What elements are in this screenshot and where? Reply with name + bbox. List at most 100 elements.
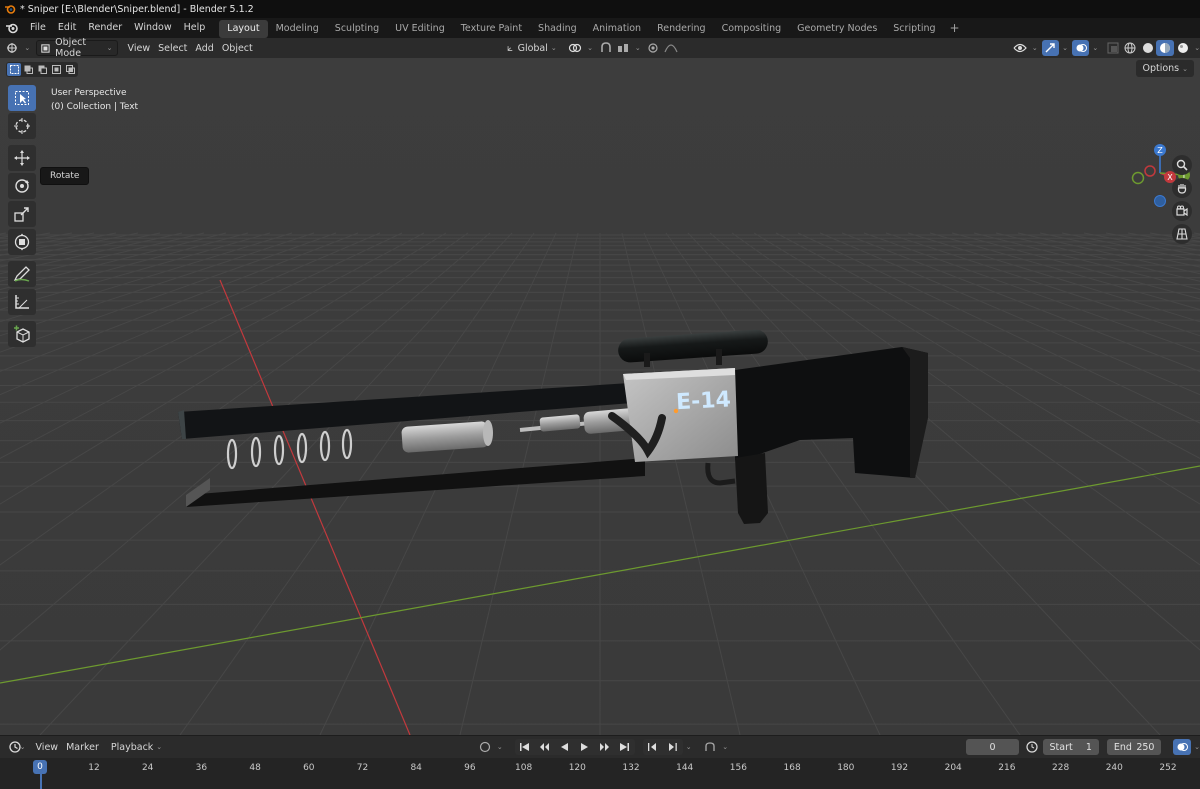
jump-end-icon[interactable] (615, 739, 635, 755)
menu-object[interactable]: Object (218, 40, 257, 56)
perspective-label: User Perspective (51, 88, 127, 98)
tab-modeling[interactable]: Modeling (268, 20, 327, 38)
tab-layout[interactable]: Layout (219, 19, 268, 38)
tab-texture-paint[interactable]: Texture Paint (453, 20, 530, 38)
pivot-point-icon[interactable] (567, 40, 584, 56)
timeline-header: ⌄ View Marker Playback ⌄ ⌄ ⌄ ⌄ 0 Start 1… (0, 736, 1200, 758)
timeline-tick-label: 180 (837, 763, 855, 773)
play-icon[interactable] (575, 739, 595, 755)
blender-logo-icon (5, 5, 16, 14)
tab-geometry-nodes[interactable]: Geometry Nodes (789, 20, 885, 38)
gizmo-toggle-icon[interactable] (1041, 40, 1060, 56)
start-frame-field[interactable]: Start 1 (1042, 739, 1099, 755)
workspace-tabs: Layout Modeling Sculpting UV Editing Tex… (219, 19, 943, 38)
timeline-ruler[interactable]: 12 24 36 48 60 72 84 96 108 120 132 144 156 168 180 192… (0, 758, 1200, 789)
prev-marker-icon[interactable] (643, 739, 663, 755)
next-marker-icon[interactable] (663, 739, 683, 755)
auto-keying-icon[interactable] (476, 739, 494, 755)
proportional-editing-icon[interactable] (645, 40, 662, 56)
menu-view[interactable]: View (124, 40, 155, 56)
add-cube-tool[interactable] (8, 321, 36, 347)
selection-mode-group (6, 62, 78, 77)
editor-type-icon[interactable] (4, 40, 21, 56)
solid-shading-icon[interactable] (1139, 40, 1156, 56)
chevron-down-icon: ⌄ (1062, 44, 1068, 52)
menu-render[interactable]: Render (82, 18, 128, 38)
mode-selector[interactable]: Object Mode ⌄ (36, 37, 118, 59)
ortho-toggle-button[interactable] (1172, 224, 1192, 244)
visibility-icon[interactable] (1011, 40, 1028, 56)
cursor-tool[interactable] (8, 113, 36, 139)
select-subtract-icon[interactable] (35, 63, 49, 76)
menu-edit[interactable]: Edit (52, 18, 82, 38)
orientation-label: Global (517, 42, 548, 54)
move-tool[interactable] (8, 145, 36, 171)
jump-start-icon[interactable] (515, 739, 535, 755)
snap-icon[interactable] (597, 40, 614, 56)
rotate-tooltip: Rotate (40, 167, 90, 185)
tab-animation[interactable]: Animation (585, 20, 649, 38)
clock-icon[interactable] (1023, 739, 1041, 755)
xray-icon[interactable] (1104, 40, 1121, 56)
playback-label: Playback (110, 741, 154, 753)
timeline-menu-marker[interactable]: Marker (62, 739, 103, 755)
timeline-tick-label: 48 (249, 763, 261, 773)
blender-menu-icon[interactable] (4, 20, 20, 36)
select-extend-icon[interactable] (21, 63, 35, 76)
orientation-selector[interactable]: Global ⌄ (503, 40, 561, 56)
zoom-icon (1176, 159, 1188, 171)
timeline-tick-label: 132 (622, 763, 640, 773)
svg-text:X: X (1167, 173, 1173, 182)
viewport-header: ⌄ Object Mode ⌄ View Select Add Object G… (0, 37, 1200, 59)
options-button[interactable]: Options ⌄ (1136, 60, 1194, 77)
tab-compositing[interactable]: Compositing (714, 20, 790, 38)
annotate-tool[interactable] (8, 261, 36, 287)
add-workspace-button[interactable]: + (944, 21, 966, 35)
overlays-icon[interactable] (1072, 40, 1090, 56)
tab-scripting[interactable]: Scripting (885, 20, 943, 38)
pan-button[interactable] (1172, 178, 1192, 198)
falloff-icon[interactable] (662, 40, 679, 56)
menu-file[interactable]: File (24, 18, 52, 38)
tab-rendering[interactable]: Rendering (649, 20, 714, 38)
mode-label: Object Mode (55, 37, 87, 59)
snap-target-icon[interactable] (614, 40, 631, 56)
select-intersect-icon[interactable] (63, 63, 77, 76)
transform-tool[interactable] (8, 229, 36, 255)
measure-tool[interactable] (8, 289, 36, 315)
chevron-down-icon: ⌄ (550, 44, 557, 52)
select-new-icon[interactable] (7, 63, 21, 76)
menu-select[interactable]: Select (154, 40, 191, 56)
select-box-tool[interactable] (8, 85, 36, 111)
3d-viewport[interactable]: E-14 Z X Y (0, 58, 1200, 735)
timeline-view-icon[interactable] (1173, 739, 1192, 755)
timeline-tick-label: 192 (890, 763, 909, 773)
rendered-shading-icon[interactable] (1174, 40, 1191, 56)
tab-sculpting[interactable]: Sculpting (327, 20, 387, 38)
wireframe-shading-icon[interactable] (1122, 40, 1139, 56)
tab-uv-editing[interactable]: UV Editing (387, 20, 453, 38)
end-frame-field[interactable]: End 250 (1106, 739, 1162, 755)
gizmo-neg-z[interactable] (1154, 195, 1166, 207)
menu-window[interactable]: Window (128, 18, 177, 38)
select-invert-icon[interactable] (49, 63, 63, 76)
menu-add[interactable]: Add (191, 40, 217, 56)
rotate-tool[interactable] (8, 173, 36, 199)
sync-icon[interactable] (702, 739, 720, 755)
menu-help[interactable]: Help (178, 18, 212, 38)
prev-keyframe-icon[interactable] (535, 739, 555, 755)
playhead[interactable]: 0 (33, 760, 47, 774)
chevron-down-icon: ⌄ (634, 44, 641, 52)
tab-shading[interactable]: Shading (530, 20, 585, 38)
timeline-menu-view[interactable]: View (32, 739, 63, 755)
current-frame-field[interactable]: 0 (966, 739, 1019, 755)
next-keyframe-icon[interactable] (595, 739, 615, 755)
zoom-button[interactable] (1172, 155, 1192, 175)
scale-tool[interactable] (8, 201, 36, 227)
material-shading-icon[interactable] (1156, 40, 1174, 56)
tool-shelf (7, 85, 37, 349)
camera-view-button[interactable] (1172, 201, 1192, 221)
pan-hand-icon (1177, 184, 1187, 194)
timeline-menu-playback[interactable]: Playback ⌄ (107, 739, 166, 755)
play-reverse-icon[interactable] (555, 739, 575, 755)
